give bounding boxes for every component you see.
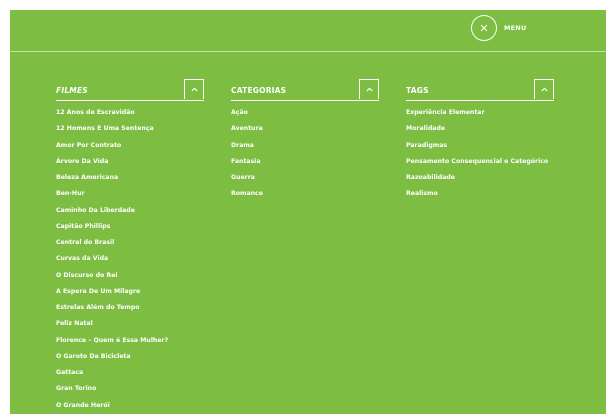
chevron-up-icon [190, 87, 198, 92]
filmes-collapse-button[interactable] [184, 79, 204, 99]
filmes-title: FILMES [56, 86, 88, 95]
menu-top-bar: ✕ MENU [10, 10, 606, 52]
tags-list: Experiência Elementar Moralidade Paradig… [406, 101, 554, 206]
filmes-item[interactable]: O Garoto Da Bicicleta [56, 352, 204, 368]
menu-label: MENU [504, 24, 527, 32]
tags-item[interactable]: Paradigmas [406, 141, 554, 157]
categorias-collapse-button[interactable] [359, 79, 379, 99]
filmes-item[interactable]: Caminho Da Liberdade [56, 206, 204, 222]
categorias-item[interactable]: Aventura [231, 124, 379, 140]
categorias-item[interactable]: Fantasia [231, 157, 379, 173]
tags-item[interactable]: Razoabilidade [406, 173, 554, 189]
filmes-item[interactable]: Florence – Quem é Essa Mulher? [56, 336, 204, 352]
filmes-item[interactable]: Gattaca [56, 368, 204, 384]
filmes-item[interactable]: O Grande Herói [56, 401, 204, 414]
filmes-item[interactable]: Ben-Hur [56, 189, 204, 205]
close-menu-button[interactable]: ✕ MENU [471, 13, 526, 43]
filmes-item[interactable]: Capitão Phillips [56, 222, 204, 238]
menu-overlay-panel: ✕ MENU FILMES 12 Anos de Escravidão 12 H… [10, 10, 606, 414]
filmes-item[interactable]: Curvas da Vida [56, 254, 204, 270]
tags-item[interactable]: Moralidade [406, 124, 554, 140]
filmes-list: 12 Anos de Escravidão 12 Homens E Uma Se… [56, 101, 204, 414]
categorias-list: Ação Aventura Drama Fantasia Guerra Roma… [231, 101, 379, 206]
filmes-item[interactable]: Amor Por Contrato [56, 141, 204, 157]
chevron-up-icon [540, 87, 548, 92]
filmes-item[interactable]: Beleza Americana [56, 173, 204, 189]
categorias-item[interactable]: Romance [231, 189, 379, 205]
filmes-column: FILMES 12 Anos de Escravidão 12 Homens E… [56, 79, 204, 414]
filmes-item[interactable]: 12 Homens E Uma Sentença [56, 124, 204, 140]
tags-item[interactable]: Pensamento Consequencial e Categórico [406, 157, 554, 173]
filmes-item[interactable]: Gran Torino [56, 384, 204, 400]
tags-collapse-button[interactable] [534, 79, 554, 99]
filmes-item[interactable]: Estrelas Além do Tempo [56, 303, 204, 319]
filmes-item[interactable]: A Espera De Um Milagre [56, 287, 204, 303]
tags-item[interactable]: Experiência Elementar [406, 108, 554, 124]
categorias-column: CATEGORIAS Ação Aventura Drama Fantasia … [231, 79, 379, 206]
categorias-header: CATEGORIAS [231, 79, 379, 101]
filmes-item[interactable]: O Discurso do Rei [56, 271, 204, 287]
chevron-up-icon [365, 87, 373, 92]
categorias-item[interactable]: Guerra [231, 173, 379, 189]
categorias-item[interactable]: Ação [231, 108, 379, 124]
tags-item[interactable]: Realismo [406, 189, 554, 205]
filmes-item[interactable]: Central do Brasil [56, 238, 204, 254]
categorias-title: CATEGORIAS [231, 86, 287, 95]
close-icon[interactable]: ✕ [471, 15, 497, 41]
filmes-item[interactable]: Árvore Da Vida [56, 157, 204, 173]
filmes-item[interactable]: 12 Anos de Escravidão [56, 108, 204, 124]
tags-title: TAGS [406, 86, 429, 95]
filmes-header: FILMES [56, 79, 204, 101]
tags-column: TAGS Experiência Elementar Moralidade Pa… [406, 79, 554, 206]
categorias-item[interactable]: Drama [231, 141, 379, 157]
tags-header: TAGS [406, 79, 554, 101]
filmes-item[interactable]: Feliz Natal [56, 319, 204, 335]
